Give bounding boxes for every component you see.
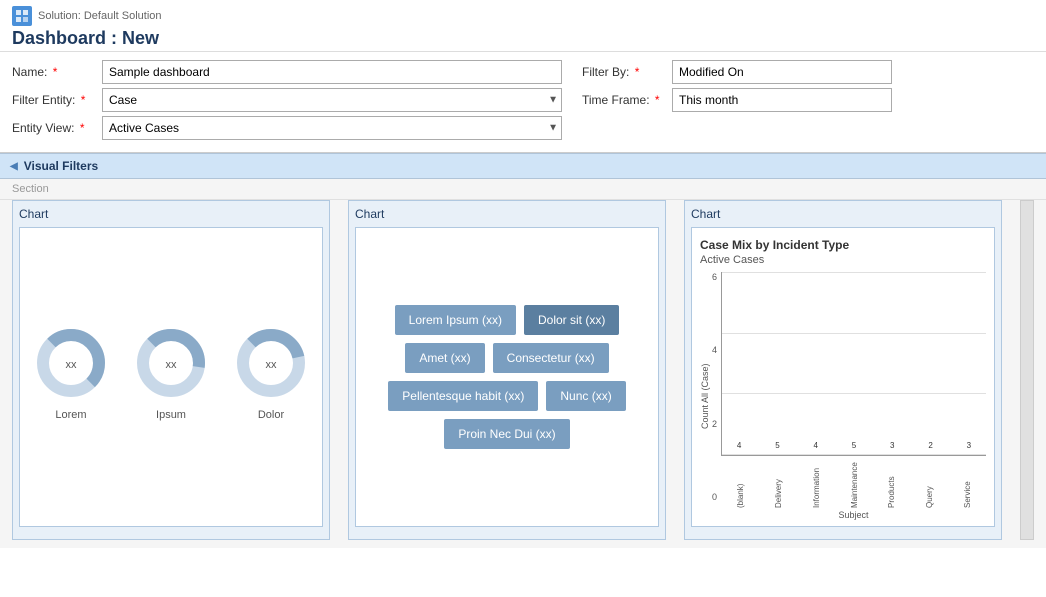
filter-by-label: Filter By: *	[582, 65, 672, 79]
filter-by-input[interactable]	[672, 60, 892, 84]
tag-lorem-ipsum[interactable]: Lorem Ipsum (xx)	[395, 305, 516, 335]
tags-row-1: Lorem Ipsum (xx) Dolor sit (xx)	[376, 305, 638, 335]
filter-entity-required: *	[81, 93, 86, 107]
x-label-query: Query	[925, 458, 934, 508]
chart-2-inner: Lorem Ipsum (xx) Dolor sit (xx) Amet (xx…	[355, 227, 659, 527]
scrollbar[interactable]	[1020, 200, 1034, 540]
tag-amet[interactable]: Amet (xx)	[405, 343, 484, 373]
time-frame-row: Time Frame: *	[582, 88, 1034, 112]
chart-card-3: Chart Case Mix by Incident Type Active C…	[684, 200, 1002, 540]
svg-text:xx: xx	[266, 359, 278, 371]
visual-filters-title: Visual Filters	[24, 159, 98, 173]
time-frame-label: Time Frame: *	[582, 93, 672, 107]
tag-nunc[interactable]: Nunc (xx)	[546, 381, 625, 411]
name-required: *	[53, 65, 58, 79]
solution-icon	[12, 6, 32, 26]
bar-chart-wrap: Case Mix by Incident Type Active Cases C…	[692, 228, 994, 526]
x-label-delivery: Delivery	[774, 458, 783, 508]
x-label-products: Products	[887, 458, 896, 508]
donut-row: xx Lorem xx Ipsum	[31, 323, 311, 421]
bar-chart-subtitle: Active Cases	[700, 254, 986, 266]
entity-view-required: *	[80, 121, 85, 135]
donut-label-3: Dolor	[258, 409, 284, 421]
name-label: Name: *	[12, 65, 102, 79]
solution-label: Solution: Default Solution	[12, 6, 1034, 26]
x-label-information: Information	[812, 458, 821, 508]
section-label: Section	[12, 183, 49, 195]
entity-view-label: Entity View: *	[12, 121, 102, 135]
bar-chart-area: Count All (Case) 6 4 2 0	[700, 272, 986, 520]
filter-entity-select[interactable]: Case Account Contact Lead	[102, 88, 562, 112]
tag-dolor-sit[interactable]: Dolor sit (xx)	[524, 305, 619, 335]
form-area: Name: * Filter Entity: * Case Account Co…	[0, 52, 1046, 153]
filter-entity-select-wrap: Case Account Contact Lead ▼	[102, 88, 562, 112]
bars-row: 4 5	[721, 272, 986, 456]
section-triangle-icon: ◀	[10, 161, 18, 172]
filter-entity-row: Filter Entity: * Case Account Contact Le…	[12, 88, 562, 112]
x-label-blank: (blank)	[736, 458, 745, 508]
donut-item-2: xx Ipsum	[131, 323, 211, 421]
donut-item-1: xx Lorem	[31, 323, 111, 421]
tag-pellentesque[interactable]: Pellentesque habit (xx)	[388, 381, 538, 411]
section-label-row: Section	[0, 179, 1046, 200]
page-title: Dashboard : New	[12, 28, 1034, 49]
chart-2-title: Chart	[355, 207, 659, 221]
chart-3-inner: Case Mix by Incident Type Active Cases C…	[691, 227, 995, 527]
tags-row-4: Proin Nec Dui (xx)	[376, 419, 638, 449]
x-label-maintenance: Maintenance	[850, 458, 859, 508]
svg-text:xx: xx	[66, 359, 78, 371]
top-bar: Solution: Default Solution Dashboard : N…	[0, 0, 1046, 52]
filter-by-row: Filter By: *	[582, 60, 1034, 84]
name-input[interactable]	[102, 60, 562, 84]
filter-by-required: *	[635, 65, 640, 79]
entity-view-select[interactable]: Active Cases All Cases Closed Cases	[102, 116, 562, 140]
tag-consectetur[interactable]: Consectetur (xx)	[493, 343, 609, 373]
time-frame-required: *	[655, 93, 660, 107]
chart-1-title: Chart	[19, 207, 323, 221]
y-axis: 6 4 2 0	[712, 272, 721, 520]
bar-chart-title: Case Mix by Incident Type	[700, 238, 986, 252]
entity-view-select-wrap: Active Cases All Cases Closed Cases ▼	[102, 116, 562, 140]
donut-label-2: Ipsum	[156, 409, 186, 421]
x-labels: (blank) Delivery Information Maintenance…	[721, 456, 986, 508]
filter-entity-label: Filter Entity: *	[12, 93, 102, 107]
tags-row-2: Amet (xx) Consectetur (xx)	[376, 343, 638, 373]
svg-text:xx: xx	[166, 359, 178, 371]
tags-row-3: Pellentesque habit (xx) Nunc (xx)	[376, 381, 638, 411]
chart-1-inner: xx Lorem xx Ipsum	[19, 227, 323, 527]
visual-filters-header: ◀ Visual Filters	[0, 153, 1046, 179]
entity-view-row: Entity View: * Active Cases All Cases Cl…	[12, 116, 562, 140]
x-axis-title: Subject	[721, 510, 986, 520]
chart-card-1: Chart xx Lorem xx	[12, 200, 330, 540]
chart-3-title: Chart	[691, 207, 995, 221]
chart-card-2: Chart Lorem Ipsum (xx) Dolor sit (xx) Am…	[348, 200, 666, 540]
donut-item-3: xx Dolor	[231, 323, 311, 421]
time-frame-input[interactable]	[672, 88, 892, 112]
donut-label-1: Lorem	[55, 409, 86, 421]
x-label-service: Service	[963, 458, 972, 508]
tag-proin[interactable]: Proin Nec Dui (xx)	[444, 419, 569, 449]
y-axis-title: Count All (Case)	[700, 272, 710, 520]
tags-area: Lorem Ipsum (xx) Dolor sit (xx) Amet (xx…	[356, 285, 658, 469]
name-row: Name: *	[12, 60, 562, 84]
